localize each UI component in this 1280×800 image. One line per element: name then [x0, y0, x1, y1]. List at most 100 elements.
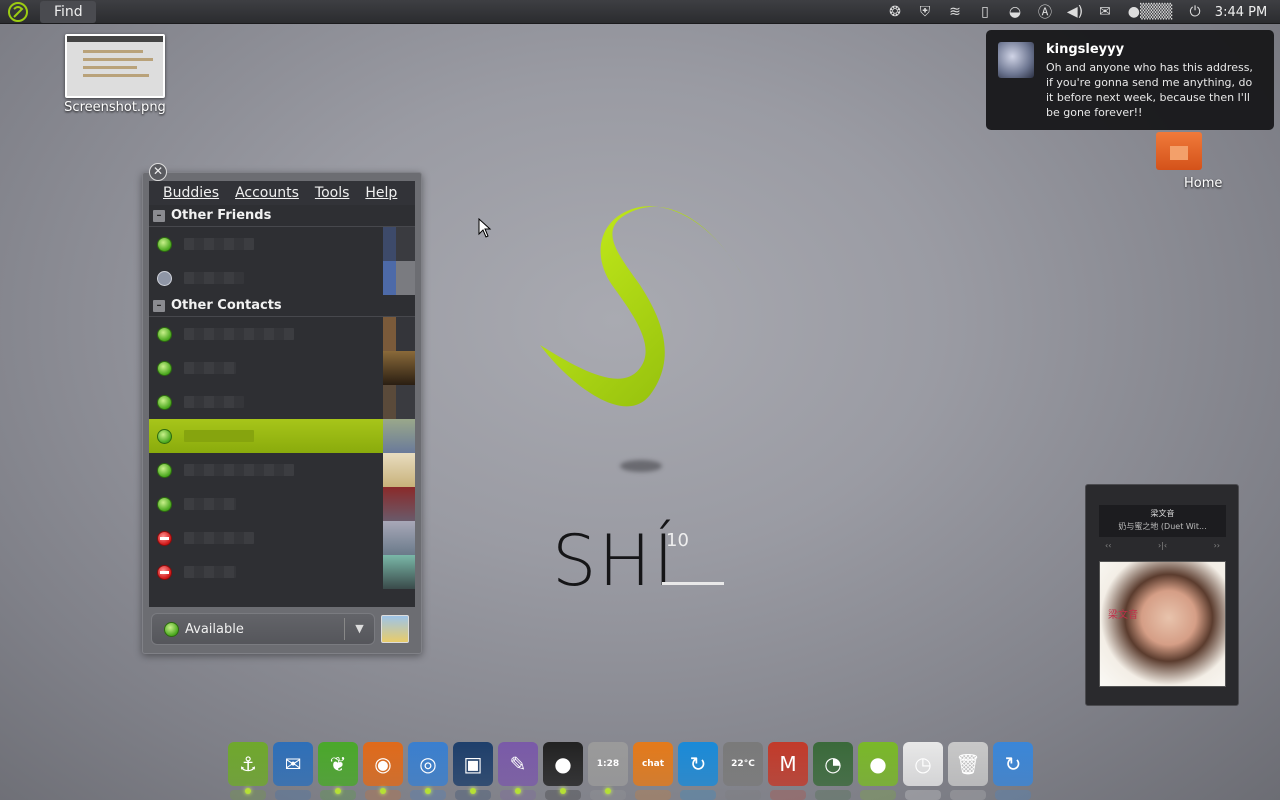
- keyboard-layout-icon[interactable]: Ⓐ: [1030, 0, 1060, 24]
- clock-badge-icon: 1:28: [596, 759, 620, 769]
- dock-item-qq[interactable]: ●: [543, 742, 583, 800]
- volume-icon[interactable]: ◀): [1060, 0, 1090, 24]
- status-available-icon: [157, 428, 172, 444]
- desktop-icon-screenshot[interactable]: Screenshot.png: [60, 34, 170, 115]
- chevron-down-icon[interactable]: ▼: [344, 618, 374, 640]
- next-icon[interactable]: ››: [1214, 541, 1220, 553]
- image-file-icon: [65, 34, 165, 98]
- battery-icon[interactable]: ▯: [970, 0, 1000, 24]
- dock-item-update[interactable]: ↻: [993, 742, 1033, 800]
- dock-item-system-monitor[interactable]: ◔: [813, 742, 853, 800]
- logo-shadow: [620, 460, 662, 472]
- status-away-icon: [157, 270, 172, 286]
- dock-item-refresh-app[interactable]: ↻: [678, 742, 718, 800]
- close-icon[interactable]: ✕: [149, 163, 167, 181]
- pidgin-icon: ✎: [509, 752, 527, 776]
- desktop-icon-label: Home: [1184, 176, 1223, 191]
- buddy-menubar: Buddies Accounts Tools Help: [149, 181, 415, 205]
- buddy-avatar: [383, 487, 415, 521]
- home-folder-icon: [1156, 132, 1202, 170]
- dock-item-leaf-app[interactable]: ❦: [318, 742, 358, 800]
- previous-icon[interactable]: ‹‹: [1105, 541, 1111, 553]
- shield-icon[interactable]: ⛨: [910, 0, 940, 24]
- notification-sender: kingsleyyy: [1046, 42, 1125, 57]
- dock-item-xchat[interactable]: chat: [633, 742, 673, 800]
- find-button[interactable]: Find: [40, 0, 96, 23]
- circle-arrow-icon: ↻: [689, 752, 707, 776]
- status-available-icon: [157, 394, 172, 410]
- buddy-name-redacted: [184, 532, 254, 544]
- buddy-avatar: [383, 419, 415, 453]
- menu-buddies[interactable]: Buddies: [163, 185, 219, 201]
- play-pause-icon[interactable]: ›|‹: [1158, 541, 1167, 553]
- notification-bubble[interactable]: kingsleyyy Oh and anyone who has this ad…: [986, 30, 1274, 130]
- buddy-name-redacted: [184, 430, 254, 442]
- dock-item-clock[interactable]: ◷: [903, 742, 943, 800]
- dock-item-anchor-app[interactable]: ⚓: [228, 742, 268, 800]
- buddy-name-redacted: [184, 498, 236, 510]
- desktop-icon-label: Screenshot.png: [64, 100, 166, 115]
- dock-item-firefox[interactable]: ◉: [363, 742, 403, 800]
- dock-item-thunderbird[interactable]: ✉: [273, 742, 313, 800]
- album-cover: 梁文音: [1099, 561, 1226, 687]
- status-selector[interactable]: Available ▼: [151, 613, 375, 645]
- buddy-row[interactable]: [149, 317, 415, 351]
- running-indicator: [560, 788, 566, 794]
- dock-item-clock-app[interactable]: 1:28: [588, 742, 628, 800]
- group-header-other-contacts[interactable]: – Other Contacts: [149, 295, 415, 317]
- buddy-avatar: [383, 317, 415, 351]
- monitor-icon: ◔: [824, 752, 842, 776]
- dock-item-green-orb[interactable]: ●: [858, 742, 898, 800]
- menu-tools[interactable]: Tools: [315, 185, 350, 201]
- music-player-widget[interactable]: 梁文音 奶与蜜之地 (Duet Wit... ‹‹ ›|‹ ›› 梁文音: [1085, 484, 1239, 706]
- collapse-icon[interactable]: –: [153, 299, 165, 312]
- system-tray: ❂ ⛨ ≋ ▯ ◒ Ⓐ ◀) ✉ ●▒▒▒ ⏻ 3:44 PM: [880, 0, 1280, 24]
- buddy-icon-button[interactable]: [381, 615, 409, 643]
- mail-icon[interactable]: ✉: [1090, 0, 1120, 24]
- dock-item-image-viewer[interactable]: ▣: [453, 742, 493, 800]
- buddy-row[interactable]: [149, 453, 415, 487]
- penguin-icon: ●: [554, 752, 572, 776]
- dock-item-gmail[interactable]: M: [768, 742, 808, 800]
- buddy-row[interactable]: [149, 351, 415, 385]
- status-available-icon: [164, 621, 179, 637]
- dock-item-chromium[interactable]: ◎: [408, 742, 448, 800]
- toggle-icon[interactable]: ●▒▒▒: [1120, 0, 1180, 24]
- collapse-icon[interactable]: –: [153, 209, 165, 222]
- app-indicator-icon[interactable]: ❂: [880, 0, 910, 24]
- wallpaper-version: 10: [666, 530, 689, 551]
- dock-reflection: [995, 790, 1031, 800]
- menu-help[interactable]: Help: [365, 185, 397, 201]
- buddy-row[interactable]: [149, 555, 415, 589]
- buddy-row[interactable]: [149, 385, 415, 419]
- buddy-row-selected[interactable]: [149, 419, 415, 453]
- status-available-icon: [157, 326, 172, 342]
- dock-reflection: [815, 790, 851, 800]
- mouse-cursor-icon: [478, 218, 492, 238]
- leaf-icon: ❦: [329, 752, 347, 776]
- sync-icon[interactable]: ◒: [1000, 0, 1030, 24]
- dock-item-weather[interactable]: 22°C: [723, 742, 763, 800]
- status-available-icon: [157, 236, 172, 252]
- dock-item-pidgin[interactable]: ✎: [498, 742, 538, 800]
- buddy-name-redacted: [184, 396, 244, 408]
- buddy-row[interactable]: [149, 521, 415, 555]
- buddy-row[interactable]: [149, 487, 415, 521]
- wifi-icon[interactable]: ≋: [940, 0, 970, 24]
- main-menu-logo-icon[interactable]: [0, 0, 36, 24]
- status-selector-value: Available: [185, 621, 244, 637]
- clock-label[interactable]: 3:44 PM: [1210, 5, 1272, 20]
- power-icon[interactable]: ⏻: [1180, 0, 1210, 24]
- dock-reflection: [275, 790, 311, 800]
- buddy-row[interactable]: [149, 227, 415, 261]
- trash-icon: 🗑: [955, 752, 981, 776]
- desktop-icon-home[interactable]: Home: [1140, 132, 1230, 191]
- group-header-other-friends[interactable]: – Other Friends: [149, 205, 415, 227]
- dock-item-trash[interactable]: 🗑: [948, 742, 988, 800]
- menu-accounts[interactable]: Accounts: [235, 185, 299, 201]
- buddy-avatar: [383, 261, 415, 295]
- buddy-avatar: [383, 453, 415, 487]
- buddy-list-window: ✕ Buddies Accounts Tools Help – Other Fr…: [142, 163, 422, 654]
- buddy-avatar: [383, 385, 415, 419]
- buddy-row[interactable]: [149, 261, 415, 295]
